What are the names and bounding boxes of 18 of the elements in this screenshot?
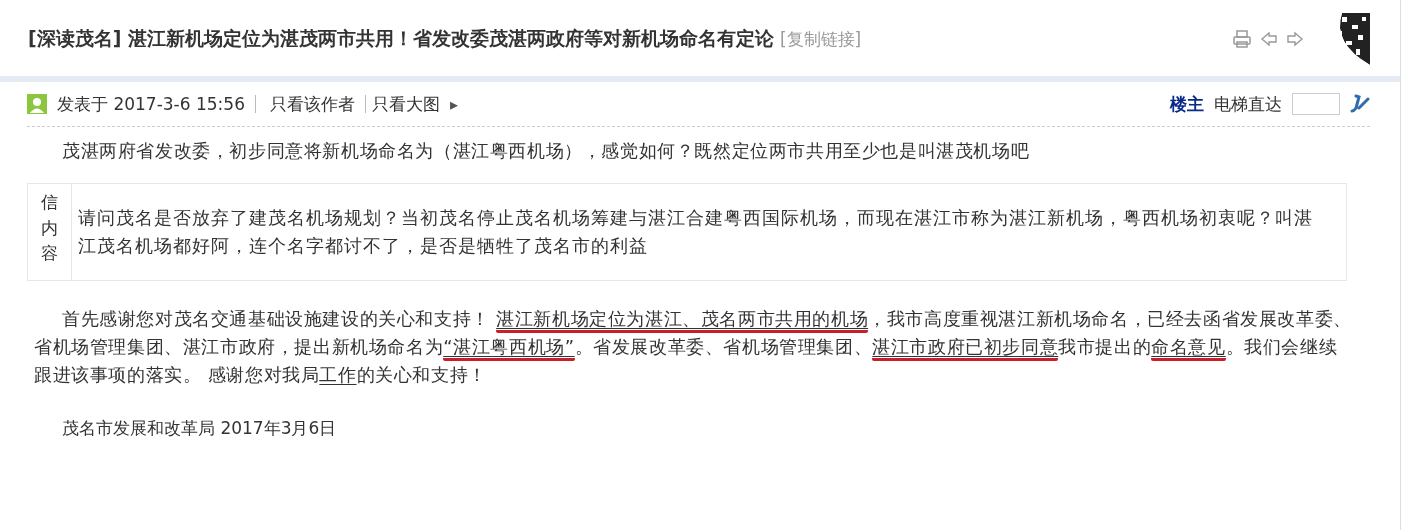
- avatar-icon[interactable]: [27, 94, 47, 114]
- big-images-link[interactable]: 只看大图: [364, 95, 440, 113]
- reply-paragraph: 首先感谢您对茂名交通基础设施建设的关心和支持！ 湛江新机场定位为湛江、茂名两市共用的机场，我市高度重视湛江新机场命名，已经去函省发展改革委、省机场管理集团、湛江市政府，提出新机场命名为“湛江粤西机场”。省发展改革委、省机场管理集团、湛江市政府已初步同意我市提出的命名意见。我们会继续跟进该事项的落实。 感谢您对我局工作的关心和支持！: [34, 307, 1353, 387]
- floor-input[interactable]: [1292, 93, 1340, 115]
- jump-label: 电梯直达: [1214, 92, 1282, 116]
- quote-label: 信内容: [28, 184, 72, 280]
- author-only-link[interactable]: 只看该作者: [254, 95, 355, 113]
- post-text: 茂湛两府省发改委，初步同意将新机场命名为（湛江粤西机场），感觉如何？既然定位两市共用至少也是叫湛茂机场吧: [62, 139, 1031, 163]
- thread-title: [深读茂名] 湛江新机场定位为湛茂两市共用！省发改委茂湛两政府等对新机场命名有定论: [28, 27, 774, 49]
- back-icon[interactable]: [1260, 30, 1278, 48]
- quote-text: 请问茂名是否放弃了建茂名机场规划？当初茂名停止茂名机场筹建与湛江合建粤西国际机场，而现在湛江市称为湛江新机场，粤西机场初衷呢？叫湛江茂名机场都好阿，连个名字都讨不了，是否是牺牲了茂名市的利益: [77, 206, 1314, 258]
- post-time: 发表于 2017-3-6 15:56: [57, 92, 245, 116]
- go-icon[interactable]: [1350, 94, 1370, 114]
- forward-icon[interactable]: [1286, 30, 1304, 48]
- floor-label: 楼主: [1170, 92, 1204, 116]
- print-icon[interactable]: [1232, 29, 1252, 49]
- arrow-icon[interactable]: ▸: [449, 94, 458, 114]
- signature: 茂名市发展和改革局 2017年3月6日: [62, 417, 338, 440]
